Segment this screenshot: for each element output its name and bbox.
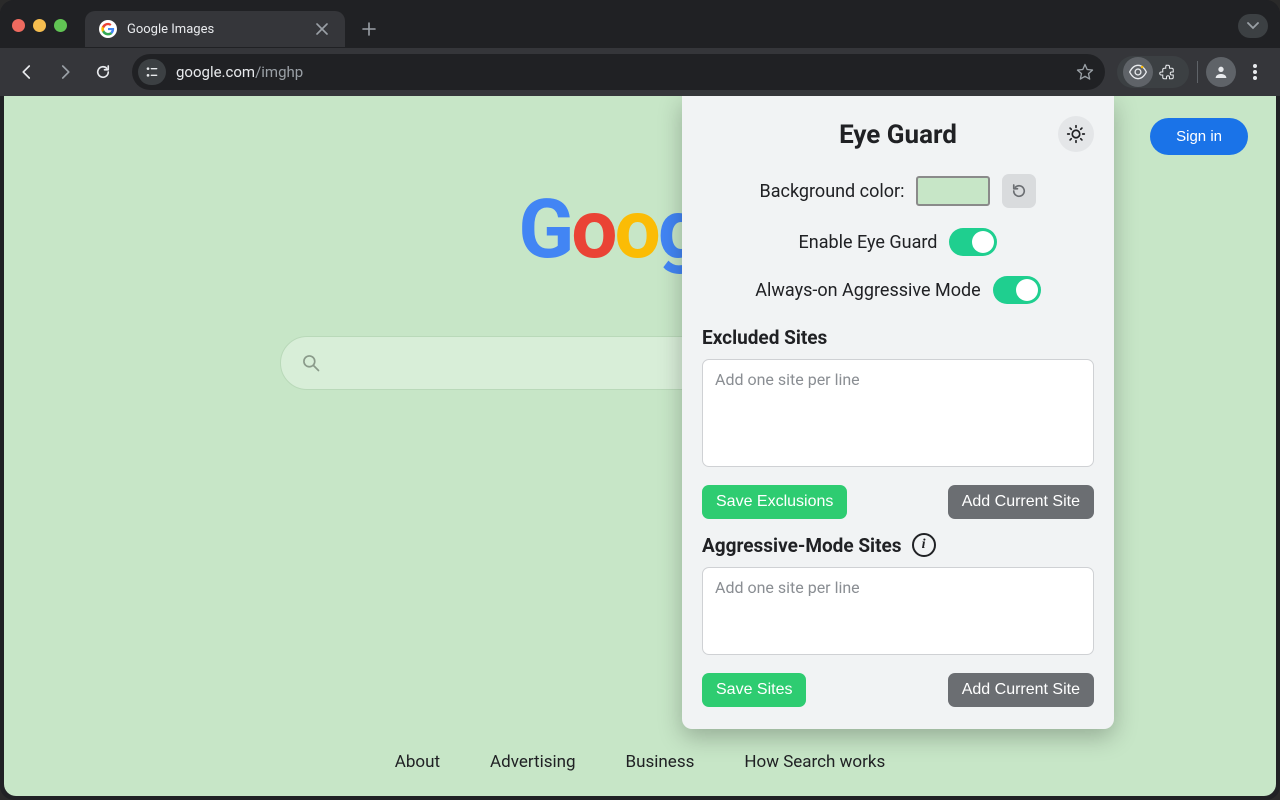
- eye-guard-popup: Eye Guard Background color: Enable Eye G…: [682, 96, 1114, 729]
- footer-advertising-link[interactable]: Advertising: [490, 752, 576, 772]
- extensions-area: [1117, 56, 1189, 88]
- extensions-button[interactable]: [1153, 57, 1183, 87]
- footer-how-search-works-link[interactable]: How Search works: [744, 752, 885, 772]
- site-info-button[interactable]: [138, 59, 166, 85]
- info-icon[interactable]: i: [912, 533, 936, 557]
- aggressive-mode-label: Always-on Aggressive Mode: [755, 280, 980, 301]
- reset-color-button[interactable]: [1002, 174, 1036, 208]
- maximize-window-button[interactable]: [54, 19, 67, 32]
- window-controls: [12, 17, 67, 32]
- profile-button[interactable]: [1206, 57, 1236, 87]
- eye-guard-extension-button[interactable]: [1123, 57, 1153, 87]
- excluded-sites-title: Excluded Sites: [702, 326, 1094, 349]
- forward-button[interactable]: [48, 55, 82, 89]
- url-text: google.com/imghp: [176, 63, 1065, 81]
- footer-links: About Advertising Business How Search wo…: [395, 752, 886, 772]
- browser-tab[interactable]: Google Images: [85, 11, 345, 47]
- sun-icon: [1066, 124, 1086, 144]
- excluded-add-current-site-button[interactable]: Add Current Site: [948, 485, 1094, 519]
- minimize-window-button[interactable]: [33, 19, 46, 32]
- address-bar[interactable]: google.com/imghp: [132, 54, 1105, 90]
- close-tab-button[interactable]: [313, 20, 331, 38]
- sign-in-button[interactable]: Sign in: [1150, 118, 1248, 155]
- enable-eye-guard-toggle[interactable]: [949, 228, 997, 256]
- url-host: google.com: [176, 63, 255, 81]
- reload-button[interactable]: [86, 55, 120, 89]
- aggressive-sites-textarea[interactable]: [702, 567, 1094, 655]
- aggressive-mode-toggle[interactable]: [993, 276, 1041, 304]
- background-color-label: Background color:: [760, 181, 905, 202]
- reset-icon: [1010, 182, 1028, 200]
- footer-about-link[interactable]: About: [395, 752, 440, 772]
- new-tab-button[interactable]: [355, 15, 383, 43]
- aggressive-add-current-site-button[interactable]: Add Current Site: [948, 673, 1094, 707]
- tab-search-button[interactable]: [1238, 14, 1268, 38]
- bookmark-button[interactable]: [1075, 62, 1095, 82]
- excluded-sites-textarea[interactable]: [702, 359, 1094, 467]
- google-favicon-icon: [99, 20, 117, 38]
- enable-eye-guard-label: Enable Eye Guard: [799, 232, 938, 253]
- browser-menu-button[interactable]: [1240, 57, 1270, 87]
- close-window-button[interactable]: [12, 19, 25, 32]
- theme-toggle-button[interactable]: [1058, 116, 1094, 152]
- search-icon: [301, 353, 321, 373]
- tab-title: Google Images: [127, 22, 303, 37]
- url-path: /imghp: [255, 63, 303, 81]
- titlebar: Google Images: [0, 0, 1280, 48]
- browser-window: Google Images google.com/img: [0, 0, 1280, 800]
- aggressive-sites-title: Aggressive-Mode Sites: [702, 534, 902, 557]
- toolbar-divider: [1197, 61, 1198, 83]
- save-sites-button[interactable]: Save Sites: [702, 673, 806, 707]
- page-content: Sign in Google About Advertising Busines…: [4, 96, 1276, 796]
- back-button[interactable]: [10, 55, 44, 89]
- save-exclusions-button[interactable]: Save Exclusions: [702, 485, 847, 519]
- background-color-picker[interactable]: [916, 176, 990, 206]
- toolbar: google.com/imghp: [0, 48, 1280, 96]
- popup-title: Eye Guard: [839, 120, 957, 150]
- footer-business-link[interactable]: Business: [626, 752, 695, 772]
